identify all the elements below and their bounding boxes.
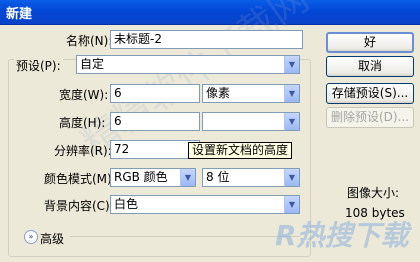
- chevron-down-icon[interactable]: ▼: [284, 85, 299, 102]
- height-label: 高度(H):: [59, 116, 106, 130]
- preset-select[interactable]: 自定 ▼: [76, 55, 300, 74]
- preset-label: 预设(P):: [14, 57, 63, 74]
- double-chevron-icon[interactable]: »: [24, 230, 38, 244]
- cancel-button[interactable]: 取消: [326, 56, 414, 77]
- chevron-down-icon[interactable]: ▼: [284, 56, 299, 73]
- height-unit-select[interactable]: ▼: [202, 112, 300, 131]
- name-input[interactable]: 未标题-2: [110, 30, 303, 49]
- height-input[interactable]: 6: [110, 112, 200, 131]
- chevron-down-icon[interactable]: ▼: [284, 196, 299, 213]
- name-label: 名称(N):: [66, 34, 113, 48]
- resolution-input[interactable]: 72: [110, 140, 200, 159]
- color-mode-label: 颜色模式(M):: [44, 172, 116, 186]
- delete-preset-button: 删除预设(D)...: [326, 107, 414, 128]
- chevron-down-icon[interactable]: ▼: [180, 169, 195, 186]
- watermark-brand: R热搜下载: [275, 219, 409, 252]
- save-preset-button[interactable]: 存储预设(S)...: [326, 83, 414, 104]
- width-input[interactable]: 6: [110, 84, 200, 103]
- resolution-label: 分辨率(R):: [54, 144, 112, 158]
- window-title: 新建: [6, 7, 33, 22]
- advanced-label[interactable]: 高级: [40, 230, 64, 247]
- chevron-down-icon[interactable]: ▼: [284, 113, 299, 130]
- bit-depth-value: 8 位: [206, 170, 230, 184]
- advanced-separator: [70, 236, 300, 237]
- width-unit-value: 像素: [206, 86, 231, 100]
- width-unit-select[interactable]: 像素 ▼: [202, 84, 300, 103]
- bit-depth-select[interactable]: 8 位 ▼: [202, 168, 300, 187]
- tooltip: 设置新文档的高度: [188, 142, 293, 159]
- background-select[interactable]: 白色 ▼: [110, 195, 300, 214]
- chevron-down-icon[interactable]: ▼: [284, 169, 299, 186]
- ok-button[interactable]: 好: [326, 32, 414, 53]
- color-mode-select[interactable]: RGB 颜色 ▼: [110, 168, 196, 187]
- background-value: 白色: [114, 197, 139, 211]
- image-size-label: 图像大小:: [347, 186, 400, 200]
- width-label: 宽度(W):: [59, 88, 109, 102]
- background-label: 背景内容(C):: [44, 199, 114, 213]
- preset-value: 自定: [80, 57, 105, 71]
- color-mode-value: RGB 颜色: [114, 170, 168, 184]
